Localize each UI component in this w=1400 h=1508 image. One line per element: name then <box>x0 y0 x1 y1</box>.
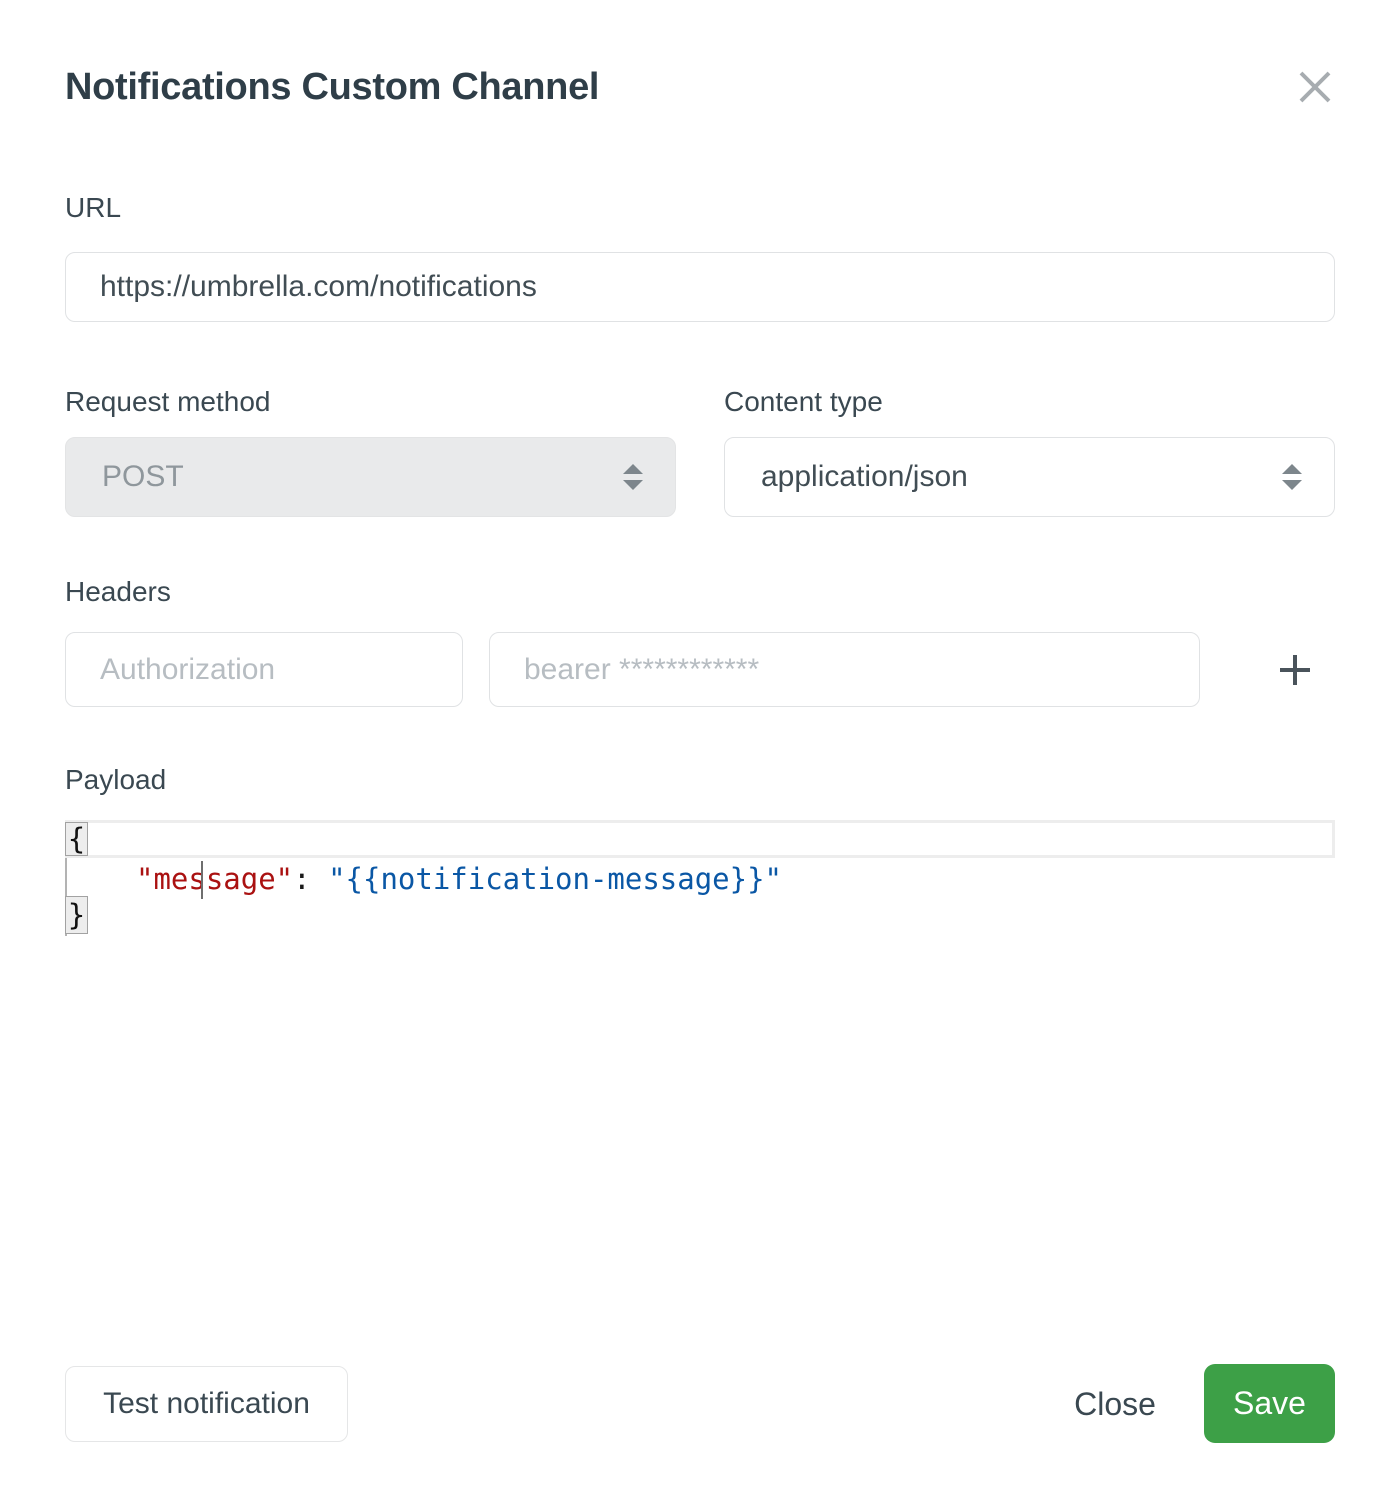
notifications-custom-channel-modal: Notifications Custom Channel URL Request… <box>0 0 1400 1508</box>
code-line-2: "message": "{{notification-message}}" <box>67 860 782 898</box>
select-chevrons-icon <box>1280 464 1304 490</box>
code-token-string: "{{notification-message}}" <box>328 862 782 896</box>
plus-icon <box>1276 651 1314 689</box>
test-notification-button[interactable]: Test notification <box>65 1366 348 1442</box>
code-token-property: "message" <box>136 862 293 896</box>
content-type-label: Content type <box>724 386 883 418</box>
url-label: URL <box>65 192 121 224</box>
headers-label: Headers <box>65 576 171 608</box>
payload-label: Payload <box>65 764 166 796</box>
content-type-select[interactable]: application/json <box>724 437 1335 517</box>
open-brace-badge: { <box>65 822 88 856</box>
add-header-button[interactable] <box>1270 645 1320 695</box>
request-method-label: Request method <box>65 386 270 418</box>
select-chevrons-icon <box>621 464 645 490</box>
code-line-1 <box>65 820 1335 858</box>
request-method-select[interactable]: POST <box>65 437 676 517</box>
close-icon <box>1296 68 1334 106</box>
save-button[interactable]: Save <box>1204 1364 1335 1443</box>
text-cursor <box>201 861 203 899</box>
header-name-input[interactable] <box>65 632 463 707</box>
close-brace-badge: } <box>65 896 88 934</box>
header-value-input[interactable] <box>489 632 1200 707</box>
close-text-button[interactable]: Close <box>1050 1366 1180 1442</box>
content-type-value: application/json <box>761 460 968 494</box>
close-button[interactable] <box>1294 66 1336 108</box>
url-input[interactable] <box>65 252 1335 322</box>
page-title: Notifications Custom Channel <box>65 66 599 109</box>
request-method-value: POST <box>102 460 184 494</box>
payload-code-editor[interactable]: { "message": "{{notification-message}}" … <box>65 820 1335 940</box>
code-token-colon: : <box>293 862 328 896</box>
